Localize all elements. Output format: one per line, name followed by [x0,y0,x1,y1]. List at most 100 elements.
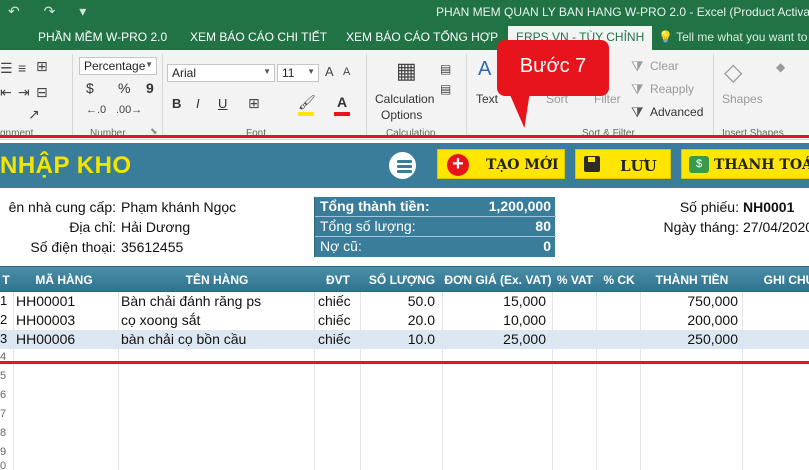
shapes-icon[interactable]: ◇ [724,58,742,87]
row-number: 9 [0,446,7,458]
fill-color-icon[interactable]: 🖌 [298,94,316,111]
total-money-row: Tổng thành tiền: 1,200,000 [315,197,556,217]
cell-amount: 250,000 [687,331,738,347]
indent-icon[interactable]: ⇤ [0,84,12,101]
calc-sheet-icon[interactable]: ▤ [440,82,451,96]
decrease-decimal-icon[interactable]: .00→ [116,104,142,116]
font-name-value: Arial [172,66,197,80]
pay-label: THANH TOÁ [714,157,809,173]
floppy-disk-icon [584,156,600,172]
row-number: 7 [0,408,7,420]
tab-wpro[interactable]: PHẦN MỀM W-PRO 2.0 [38,30,167,44]
increase-font-icon[interactable]: A [325,64,334,79]
menu-line [397,160,412,163]
text-button[interactable]: Text [476,92,498,106]
cell-price: 15,000 [503,293,546,309]
cell-unit: chiếc [318,331,351,347]
create-new-button[interactable]: + TẠO MỚI [437,149,565,179]
tab-report-summary[interactable]: XEM BÁO CÁO TỔNG HỢP [346,30,498,44]
italic-button[interactable]: I [196,96,200,111]
currency-button[interactable]: $ [86,80,94,96]
table-row[interactable]: 1 HH00001 Bàn chải đánh răng ps chiếc 50… [0,292,809,311]
col-unit: ĐVT [326,273,350,287]
cell-price: 25,000 [503,331,546,347]
fill-color-swatch [298,112,314,116]
comma-style-button[interactable]: 9 [146,80,154,96]
reapply-button[interactable]: Reapply [650,82,694,96]
date-value[interactable]: 27/04/2020 [743,219,809,235]
calc-now-icon[interactable]: ▤ [440,62,451,76]
address-value[interactable]: Hải Dương [121,219,190,235]
quick-access-toolbar[interactable]: ↶ ↷ ▾ [8,3,96,20]
total-qty-row: Tổng số lượng: 80 [315,217,556,237]
table-row[interactable]: 2 HH00003 cọ xoong sắt chiếc 20.0 10,000… [0,311,809,330]
shapes-button[interactable]: Shapes [722,92,763,106]
pay-button[interactable]: $ THANH TOÁ [681,149,809,179]
advanced-button[interactable]: Advanced [650,105,703,119]
merge-cells-icon[interactable]: ⊟ [36,84,48,101]
totals-box: Tổng thành tiền: 1,200,000 Tổng số lượng… [314,197,556,257]
borders-icon[interactable]: ⊞ [248,95,260,112]
percent-button[interactable]: % [118,80,130,96]
hamburger-menu-button[interactable] [387,150,418,181]
supplier-label: ên nhà cung cấp: [8,199,116,215]
cell-unit: chiếc [318,312,351,328]
font-name-select[interactable]: Arial ▼ [167,64,275,82]
ribbon-separator [466,54,467,136]
voucher-value[interactable]: NH0001 [743,199,794,215]
phone-value[interactable]: 35612455 [121,239,183,255]
tell-me-box[interactable]: 💡 Tell me what you want to [658,30,807,44]
calc-options-line2[interactable]: Options [381,108,422,122]
advanced-filter-icon[interactable]: ⧩ [631,104,644,121]
total-money-label: Tổng thành tiền: [320,198,430,214]
calc-options-line1[interactable]: Calculation [375,92,434,106]
font-size-select[interactable]: 11 ▼ [277,64,319,82]
save-button[interactable]: LƯU [575,149,671,179]
ribbon-separator [72,54,73,136]
orientation-icon[interactable]: ↗ [28,106,40,123]
bold-button[interactable]: B [172,96,181,111]
menu-line [397,170,412,173]
cell-qty: 20.0 [407,312,435,328]
plus-icon: + [447,154,469,176]
menu-line [397,165,412,168]
cell-price: 10,000 [503,312,546,328]
align-left-icon[interactable]: ☰ [0,60,13,77]
number-format-select[interactable]: Percentage ▼ [79,57,157,75]
chevron-down-icon: ▼ [145,60,153,69]
increase-decimal-icon[interactable]: ←.0 [86,104,106,116]
number-format-value: Percentage [84,59,146,73]
old-debt-label: Nợ cũ: [320,238,362,254]
col-qty: SỐ LƯỢNG [368,273,436,287]
decrease-font-icon[interactable]: A [343,66,350,78]
wrap-text-icon[interactable]: ⊞ [36,58,48,75]
col-stt: T [2,273,10,287]
clear-button[interactable]: Clear [650,59,679,73]
text-icon[interactable]: A [478,58,491,81]
total-money-value: 1,200,000 [488,198,551,214]
phone-label: Số điện thoại: [30,239,116,255]
calculator-icon[interactable]: ▦ [396,58,417,84]
step-callout: Bước 7 [497,40,609,96]
underline-button[interactable]: U [218,96,227,111]
table-row[interactable]: 3 HH00006 bàn chải cọ bồn cầu chiếc 10.0… [0,330,809,349]
outdent-icon[interactable]: ⇥ [18,84,30,101]
clear-filter-icon[interactable]: ⧩ [631,58,644,75]
font-color-button[interactable]: A [337,94,347,110]
cell-qty: 50.0 [407,293,435,309]
align-center-icon[interactable]: ≡ [18,60,26,76]
cell-amount: 750,000 [687,293,738,309]
font-size-value: 11 [282,66,295,80]
form-header-bar: NHẬP KHO + TẠO MỚI LƯU $ THANH TOÁ [0,143,809,188]
tab-report-detail[interactable]: XEM BÁO CÁO CHI TIẾT [190,30,327,44]
row-number: 0 [0,460,7,470]
cell-stt: 3 [0,331,8,346]
money-icon: $ [689,156,709,173]
reapply-icon[interactable]: ⧩ [631,81,644,98]
cell-code: HH00001 [16,293,76,309]
supplier-value[interactable]: Phạm khánh Ngọc [121,199,236,215]
col-code: MÃ HÀNG [35,273,93,287]
ribbon-separator [162,54,163,136]
ribbon-separator [366,54,367,136]
shape-style-icon[interactable]: ◆ [776,60,785,74]
